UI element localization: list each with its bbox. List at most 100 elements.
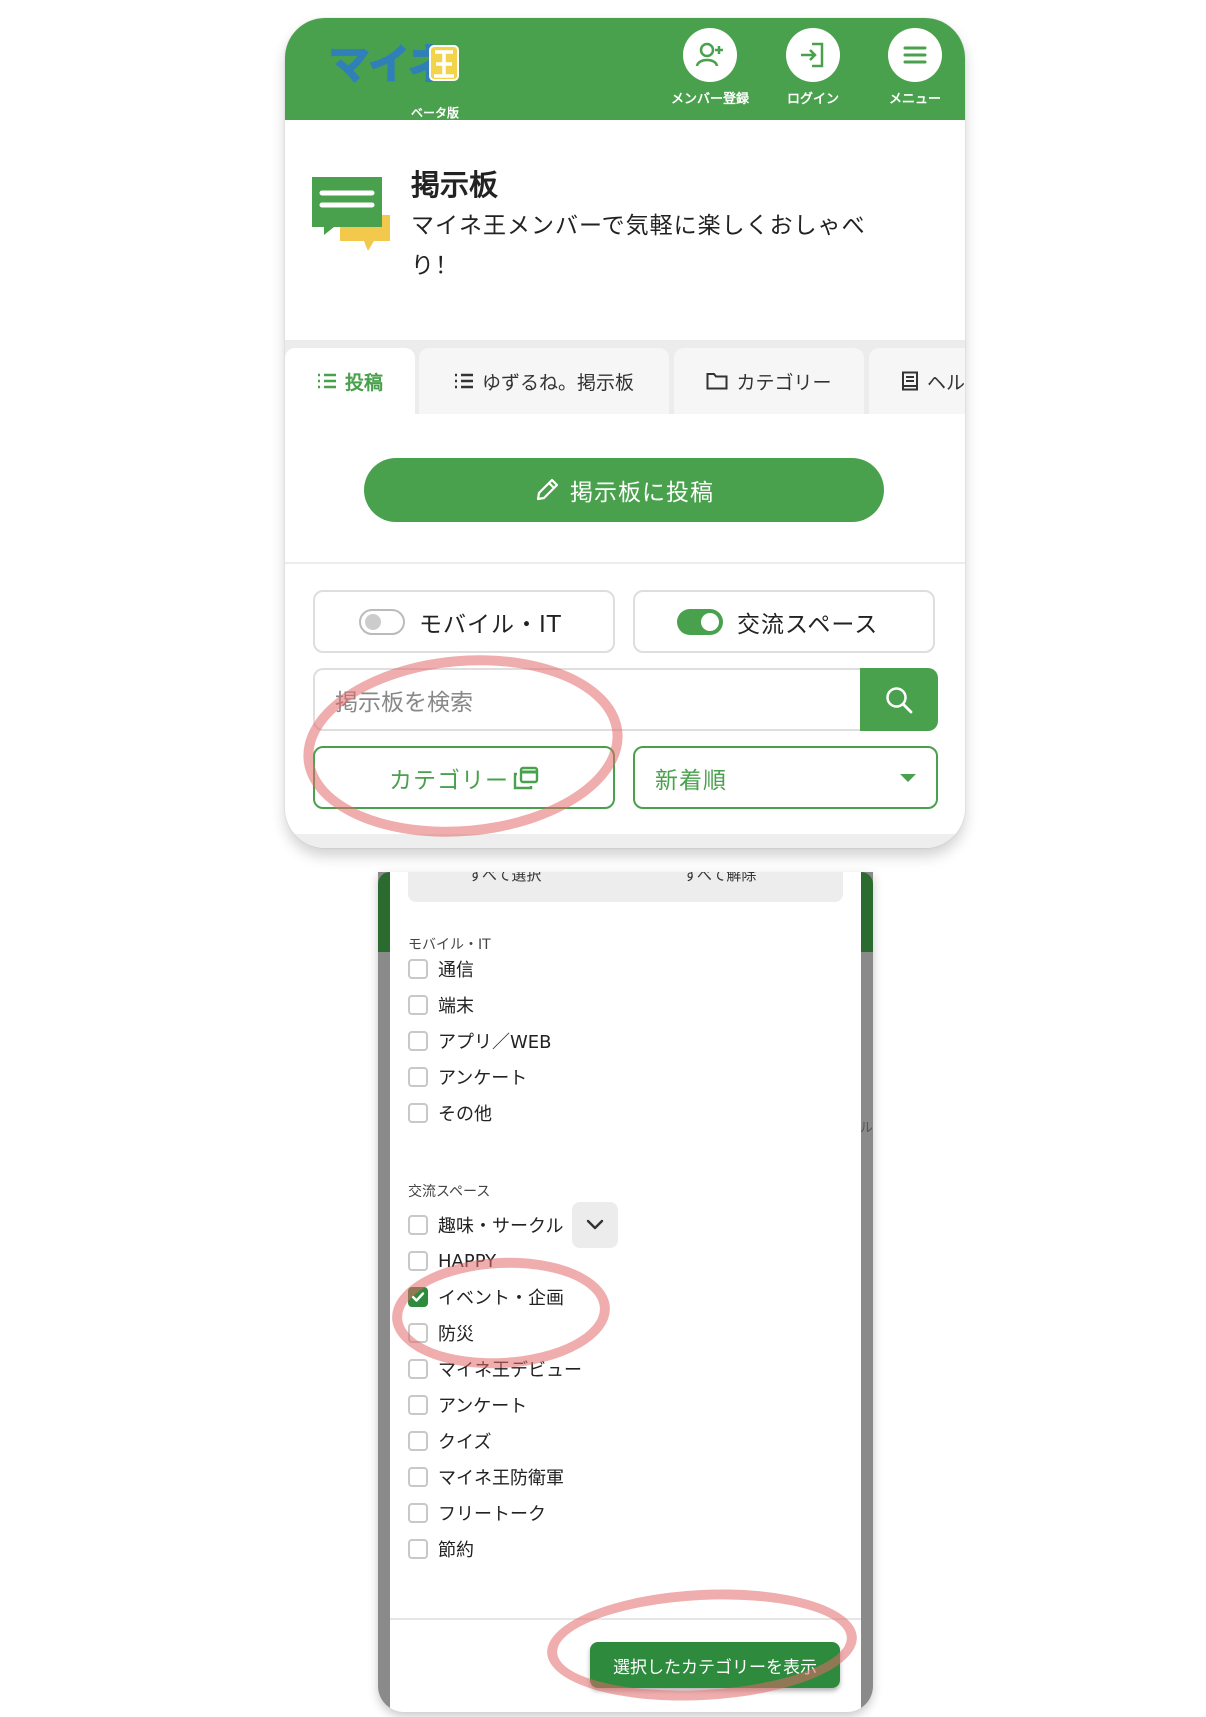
checkbox[interactable] [408, 1467, 428, 1487]
category-option[interactable]: マイネ王防衛軍 [408, 1462, 564, 1492]
tab-post[interactable]: 投稿 [285, 348, 415, 414]
category-option-label: フリートーク [438, 1504, 546, 1525]
checkbox[interactable] [408, 1103, 428, 1123]
sort-select[interactable]: 新着順 [633, 746, 938, 809]
category-option-label: 端末 [438, 996, 474, 1017]
login-button[interactable]: ログイン [763, 28, 863, 118]
select-all-button[interactable]: すべて選択 [468, 872, 541, 885]
category-option-selected[interactable]: イベント・企画 [408, 1282, 564, 1312]
category-option[interactable]: マイネ王デビュー [408, 1354, 582, 1384]
pencil-icon [534, 477, 560, 503]
checkbox[interactable] [408, 1395, 428, 1415]
menu-label: メニュー [888, 92, 941, 107]
tab-yuzurune-board[interactable]: ゆずるね。掲示板 [419, 348, 669, 414]
checkbox-checked[interactable] [408, 1287, 428, 1307]
category-select-screen: ル すべて選択 すべて解除 モバイル・IT 通信 端末 アプリ／WEB アンケー… [378, 872, 873, 1712]
toggle-switch-off[interactable] [359, 608, 405, 635]
community-space-toggle[interactable]: 交流スペース [633, 590, 935, 653]
tab-category-label: カテゴリー [736, 371, 832, 394]
category-option-label: 節約 [438, 1540, 474, 1561]
checkbox[interactable] [408, 1359, 428, 1379]
checkbox[interactable] [408, 1539, 428, 1559]
tab-help-label: ヘル [927, 371, 965, 394]
category-option[interactable]: 通信 [408, 954, 474, 984]
tab-yuzurune-label: ゆずるね。掲示板 [481, 371, 634, 394]
category-option[interactable]: その他 [408, 1098, 492, 1128]
checkbox[interactable] [408, 959, 428, 979]
category-option-label: その他 [438, 1104, 492, 1125]
sort-value: 新着順 [655, 767, 727, 794]
search-placeholder: 掲示板を検索 [335, 689, 473, 716]
hamburger-menu-icon [903, 46, 927, 64]
caret-down-icon [900, 774, 916, 782]
backdrop-text-fragment: ル [859, 1121, 873, 1136]
community-space-label: 交流スペース [737, 611, 879, 638]
member-register-button[interactable]: メンバー登録 [660, 28, 760, 118]
book-icon [901, 371, 919, 391]
site-header: マイネ ベータ版 メンバー登録 ログイン メニュー [285, 18, 965, 120]
category-option[interactable]: HAPPY [408, 1246, 496, 1276]
search-input[interactable]: 掲示板を検索 [313, 668, 861, 731]
category-option[interactable]: アンケート [408, 1062, 527, 1092]
card-bottom-band [285, 834, 965, 848]
board-top-screen: マイネ ベータ版 メンバー登録 ログイン メニュー 掲示板 マイネ王メンバーで気… [285, 18, 965, 848]
category-option-label: イベント・企画 [438, 1288, 564, 1309]
deselect-all-button[interactable]: すべて解除 [683, 872, 756, 885]
page-description: マイネ王メンバーで気軽に楽しくおしゃべり！ [411, 213, 866, 279]
site-logo[interactable]: マイネ ベータ版 [325, 34, 465, 120]
logo-subtitle: ベータ版 [410, 106, 459, 120]
show-selected-categories-button[interactable]: 選択したカテゴリーを表示 [590, 1642, 840, 1688]
checkbox[interactable] [408, 1251, 428, 1271]
search-button[interactable] [860, 668, 938, 731]
category-option[interactable]: フリートーク [408, 1498, 546, 1528]
open-modal-icon [513, 766, 539, 790]
select-toolbar: すべて選択 すべて解除 [408, 872, 843, 902]
post-to-board-button[interactable]: 掲示板に投稿 [364, 458, 884, 522]
checkbox[interactable] [408, 1503, 428, 1523]
checkbox[interactable] [408, 1067, 428, 1087]
checkbox[interactable] [408, 1215, 428, 1235]
tab-post-label: 投稿 [344, 371, 383, 394]
category-option[interactable]: 節約 [408, 1534, 474, 1564]
logo-icon: マイネ [328, 41, 459, 89]
category-option[interactable]: 端末 [408, 990, 474, 1020]
search-icon [886, 686, 913, 713]
filter-panel: モバイル・IT 交流スペース 掲示板を検索 カテゴリー 新着順 [285, 564, 965, 834]
category-option-label: 趣味・サークル [438, 1216, 564, 1237]
post-button-label: 掲示板に投稿 [570, 480, 714, 506]
menu-button[interactable]: メニュー [865, 28, 965, 118]
chat-bubbles-icon [310, 175, 394, 263]
category-option-label: マイネ王デビュー [438, 1360, 582, 1381]
checkbox[interactable] [408, 1031, 428, 1051]
category-option[interactable]: クイズ [408, 1426, 491, 1456]
chevron-down-icon [586, 1219, 604, 1230]
checkbox[interactable] [408, 1323, 428, 1343]
backdrop-right: ル [859, 872, 873, 1712]
tab-help[interactable]: ヘル [869, 348, 965, 414]
mobile-it-toggle[interactable]: モバイル・IT [313, 590, 615, 653]
backdrop-left [378, 872, 390, 1712]
category-option[interactable]: 趣味・サークル [408, 1210, 563, 1240]
category-option-label: マイネ王防衛軍 [438, 1468, 564, 1489]
expand-subcategories-button[interactable] [572, 1202, 618, 1248]
category-option[interactable]: アンケート [408, 1390, 527, 1420]
mobile-it-label: モバイル・IT [419, 611, 562, 638]
tab-category[interactable]: カテゴリー [674, 348, 864, 414]
category-filter-button[interactable]: カテゴリー [313, 746, 615, 809]
post-area: 掲示板に投稿 [285, 414, 965, 564]
category-option-label: アンケート [438, 1396, 528, 1417]
board-intro: 掲示板 マイネ王メンバーで気軽に楽しくおしゃべり！ [285, 120, 965, 342]
category-option-label: アプリ／WEB [438, 1032, 552, 1053]
toggle-switch-on[interactable] [677, 608, 723, 635]
checkbox[interactable] [408, 1431, 428, 1451]
page-title: 掲示板 [411, 168, 499, 202]
category-button-label: カテゴリー [389, 767, 509, 794]
list-icon [317, 372, 337, 390]
login-icon [801, 42, 824, 68]
check-icon [411, 1292, 425, 1302]
category-option[interactable]: アプリ／WEB [408, 1026, 552, 1056]
checkbox[interactable] [408, 995, 428, 1015]
member-register-label: メンバー登録 [670, 92, 749, 107]
group-heading-community-space: 交流スペース [408, 1184, 491, 1200]
category-option[interactable]: 防災 [408, 1318, 474, 1348]
